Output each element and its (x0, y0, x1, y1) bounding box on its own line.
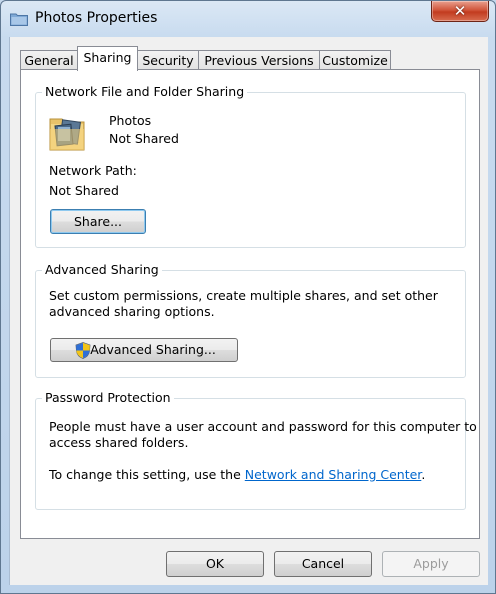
network-path-label: Network Path: (49, 163, 137, 178)
advanced-sharing-button-label: Advanced Sharing... (90, 342, 216, 357)
password-description-1: People must have a user account and pass… (49, 419, 477, 434)
tab-customize[interactable]: Customize (319, 50, 391, 69)
uac-shield-icon (75, 342, 91, 359)
properties-window: Photos Properties ✕ General Sharing Secu… (0, 0, 496, 594)
apply-button[interactable]: Apply (382, 551, 480, 577)
network-sharing-center-link[interactable]: Network and Sharing Center (245, 467, 422, 482)
password-change-suffix: . (421, 467, 426, 482)
close-icon: ✕ (453, 2, 467, 20)
group-heading: Network File and Folder Sharing (42, 84, 248, 100)
advanced-sharing-description-2: advanced sharing options. (49, 304, 215, 319)
password-protection-group: Password Protection People must have a u… (35, 390, 477, 510)
group-heading: Advanced Sharing (42, 262, 162, 278)
folder-icon (10, 13, 28, 26)
folder-name: Photos (109, 113, 152, 128)
network-path-value: Not Shared (49, 183, 119, 198)
advanced-sharing-button[interactable]: Advanced Sharing... (50, 338, 238, 362)
password-description-2: access shared folders. (49, 435, 189, 450)
group-heading: Password Protection (42, 390, 174, 406)
tab-previous-versions[interactable]: Previous Versions (198, 50, 320, 69)
tab-sharing[interactable]: Sharing (77, 46, 138, 71)
tab-security[interactable]: Security (137, 50, 199, 69)
share-button[interactable]: Share... (50, 209, 146, 234)
network-sharing-group: Network File and Folder Sharing Photos N… (35, 84, 466, 248)
window-title: Photos Properties (35, 10, 158, 26)
advanced-sharing-description-1: Set custom permissions, create multiple … (49, 288, 438, 303)
ok-button[interactable]: OK (166, 551, 264, 577)
password-change-text: To change this setting, use the Network … (49, 467, 425, 483)
dialog-content: General Sharing Security Previous Versio… (9, 37, 488, 585)
password-change-prefix: To change this setting, use the (49, 467, 245, 482)
advanced-sharing-group: Advanced Sharing Set custom permissions,… (35, 262, 466, 378)
folder-preview-icon (49, 118, 85, 151)
tab-general[interactable]: General (20, 50, 78, 69)
cancel-button[interactable]: Cancel (274, 551, 372, 577)
title-bar[interactable]: Photos Properties ✕ (1, 1, 495, 37)
sharing-tab-panel: Network File and Folder Sharing Photos N… (20, 69, 480, 539)
close-button[interactable]: ✕ (431, 1, 489, 22)
folder-share-status: Not Shared (109, 131, 179, 146)
